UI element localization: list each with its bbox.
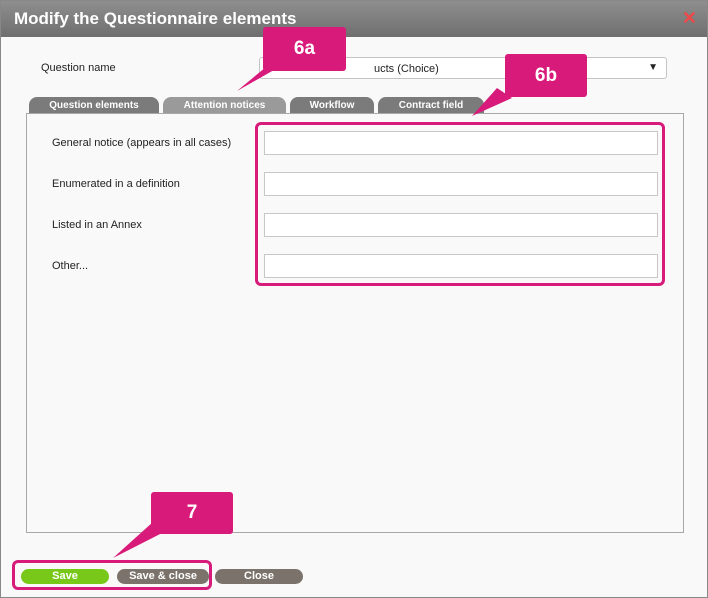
close-icon[interactable]: ✕ — [682, 8, 697, 29]
questionnaire-dialog: Modify the Questionnaire elements ✕ Ques… — [0, 0, 708, 598]
tab-contract-field[interactable]: Contract field — [378, 97, 484, 114]
close-button[interactable]: Close — [215, 569, 303, 584]
general-notice-label: General notice (appears in all cases) — [52, 137, 232, 149]
callout-6b: 6b — [505, 54, 587, 97]
listed-annex-input[interactable] — [264, 213, 658, 237]
save-button[interactable]: Save — [21, 569, 109, 584]
question-name-label: Question name — [41, 62, 116, 74]
dialog-titlebar[interactable]: Modify the Questionnaire elements ✕ — [1, 1, 707, 37]
other-input[interactable] — [264, 254, 658, 278]
callout-6a: 6a — [263, 27, 346, 71]
enumerated-definition-label: Enumerated in a definition — [52, 178, 180, 190]
question-name-value: ucts (Choice) — [374, 63, 439, 75]
listed-annex-label: Listed in an Annex — [52, 219, 142, 231]
general-notice-input[interactable] — [264, 131, 658, 155]
tab-workflow[interactable]: Workflow — [290, 97, 374, 114]
dropdown-arrow-icon[interactable]: ▼ — [648, 62, 658, 73]
tab-question-elements[interactable]: Question elements — [29, 97, 159, 114]
callout-7: 7 — [151, 492, 233, 534]
save-close-button[interactable]: Save & close — [117, 569, 209, 584]
other-label: Other... — [52, 260, 89, 272]
dialog-title: Modify the Questionnaire elements — [14, 9, 297, 28]
tab-attention-notices[interactable]: Attention notices — [163, 97, 286, 114]
enumerated-definition-input[interactable] — [264, 172, 658, 196]
